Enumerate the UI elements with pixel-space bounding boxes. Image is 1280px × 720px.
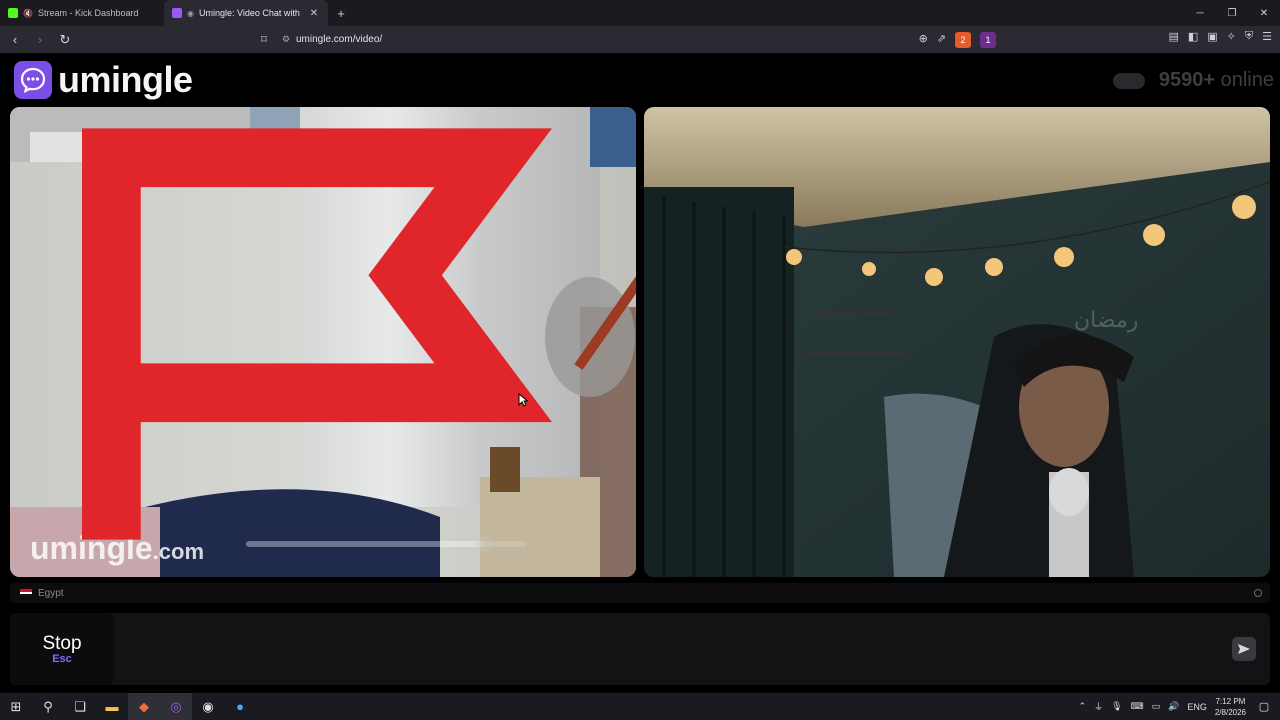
system-tray: ⌃ ⏚ 🎙 ⌨ ▭ 🔊 ENG 7:12 PM 2/8/2026 ▢ [1079,693,1280,720]
mouse-cursor-icon [518,393,528,407]
chat-bubble-icon [14,61,52,99]
stranger-video: umingle.com [10,107,636,577]
theme-toggle[interactable] [1112,72,1145,89]
new-tab-button[interactable]: + [328,0,354,26]
streaming-app-icon[interactable]: ◎ [160,693,192,720]
send-button[interactable] [1232,637,1256,661]
zoom-icon[interactable]: ⊕ [919,32,928,48]
wallet-icon[interactable]: ▣ [1207,30,1217,43]
sidebar-icon[interactable]: ◧ [1188,30,1198,43]
wall-text: رمضان [1074,308,1138,333]
task-view-icon[interactable]: ❏ [64,693,96,720]
tray-overflow-icon[interactable]: ⌃ [1079,701,1087,712]
browser-tab-bar: 🔇 Stream - Kick Dashboard ◉ Umingle: Vid… [0,0,1280,26]
file-explorer-icon[interactable]: ▬ [96,693,128,720]
recording-icon: ◉ [187,8,194,18]
menu-icon[interactable]: ☰ [1262,30,1272,43]
self-video-frame: رمضان [644,107,1270,577]
network-icon[interactable]: ⌨ [1131,701,1144,712]
site-info-icon[interactable]: ⚙ [276,34,296,45]
url-text[interactable]: umingle.com/video/ [296,34,919,45]
settings-dot-icon[interactable] [1254,589,1262,597]
brave-shield-icon[interactable]: 2 [955,31,971,48]
bookmark-icon[interactable]: ⌑ [252,33,276,46]
umingle-page: umingle 9590+ online umingle.com رمضان E… [0,53,1280,693]
tab-umingle[interactable]: ◉ Umingle: Video Chat with Strangers ✕ [164,0,328,26]
toolbar-right-icons: ▤ ◧ ▣ ✧ ⛨ ☰ [1168,30,1272,43]
restore-icon[interactable]: ❐ [1216,0,1248,26]
battery-icon[interactable]: ▭ [1152,701,1161,712]
tab-title: Umingle: Video Chat with Strangers [198,8,303,18]
kick-favicon-icon [8,8,18,18]
app-icon[interactable]: ● [224,693,256,720]
umingle-logo[interactable]: umingle [14,59,193,101]
address-bar[interactable]: ⌑ ⚙ umingle.com/video/ ⊕ ⇗ 2 1 [252,30,1002,49]
notifications-icon[interactable]: ▢ [1254,700,1274,713]
obs-icon[interactable]: ◉ [192,693,224,720]
search-icon[interactable]: ⚲ [32,693,64,720]
forward-icon[interactable]: › [30,30,50,50]
online-count: 9590+ online [1158,69,1274,91]
egypt-flag-icon [20,589,32,598]
brave-browser-icon[interactable]: ◆ [128,693,160,720]
windows-taskbar: ⊞ ⚲ ❏ ▬ ◆ ◎ ◉ ● ⌃ ⏚ 🎙 ⌨ ▭ 🔊 ENG 7:12 PM … [0,693,1280,720]
window-controls: ─ ❐ ✕ [1184,0,1280,26]
stop-button[interactable]: Stop Esc [10,613,114,685]
volume-icon[interactable]: 🔊 [1168,701,1179,712]
leo-ai-icon[interactable]: ✧ [1227,30,1236,43]
self-video: رمضان [644,107,1270,577]
usb-icon[interactable]: ⏚ [1094,700,1103,713]
online-indicator: 9590+ online [1112,69,1274,92]
clock-date: 2/8/2026 [1214,707,1246,717]
muted-icon[interactable]: 🔇 [23,9,33,18]
language-indicator[interactable]: ENG [1187,702,1207,712]
chat-input[interactable] [124,619,1214,679]
clock-time: 7:12 PM [1215,696,1246,706]
close-tab-icon[interactable]: ✕ [308,8,320,19]
microphone-icon[interactable]: 🎙 [1111,701,1122,712]
close-window-icon[interactable]: ✕ [1248,0,1280,26]
reading-list-icon[interactable]: ▤ [1168,30,1178,43]
minimize-icon[interactable]: ─ [1184,0,1216,26]
browser-toolbar: ‹ › ↻ ⌑ ⚙ umingle.com/video/ ⊕ ⇗ 2 1 ▤ ◧… [0,26,1280,53]
share-icon[interactable]: ⇗ [937,32,946,48]
country-bar: Egypt [10,583,1270,603]
report-flag-icon[interactable] [10,107,630,569]
tab-title: Stream - Kick Dashboard [37,8,139,18]
logo-text: umingle [58,59,193,100]
plus-icon: + [337,5,345,21]
send-icon [1238,644,1250,654]
tab-kick-dashboard[interactable]: 🔇 Stream - Kick Dashboard [0,0,164,26]
brave-rewards-icon[interactable]: 1 [980,31,996,48]
vpn-icon[interactable]: ⛨ [1245,30,1253,43]
clock[interactable]: 7:12 PM 2/8/2026 [1215,696,1246,718]
reload-icon[interactable]: ↻ [55,30,75,50]
windows-start-icon[interactable]: ⊞ [0,693,32,720]
umingle-favicon-icon [172,8,182,18]
back-icon[interactable]: ‹ [5,30,25,50]
chat-area: Stop Esc [10,613,1270,685]
country-name: Egypt [38,587,64,599]
